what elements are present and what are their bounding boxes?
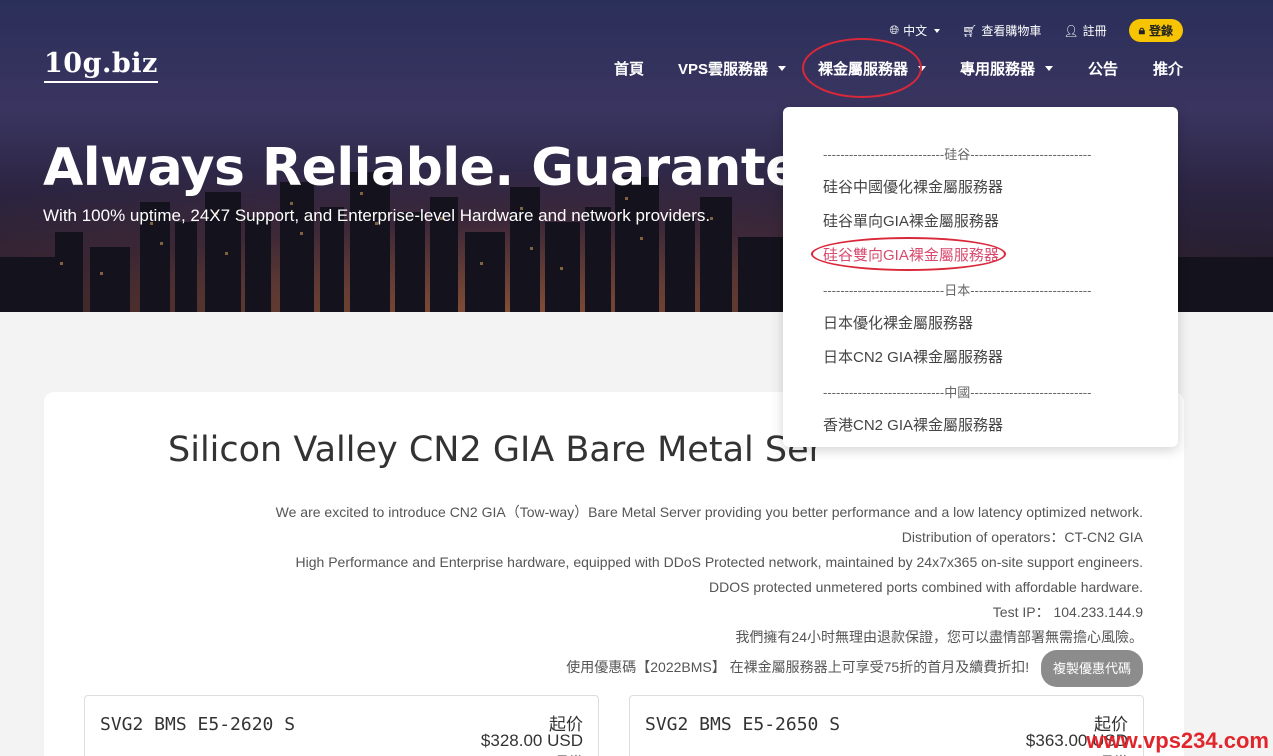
page-title: Silicon Valley CN2 GIA Bare Metal Ser (168, 430, 824, 470)
plan-name: SVG2 BMS E5-2650 S (645, 714, 841, 735)
cart-label: 查看購物車 (981, 24, 1042, 38)
dropdown-item-sv-two-way-gia[interactable]: 硅谷雙向GIA裸金屬服務器 (823, 244, 999, 265)
chevron-down-icon (778, 66, 787, 71)
plan-price: $328.00 USD (480, 731, 583, 750)
nav-item-label: 專用服務器 (960, 61, 1036, 78)
nav-item-label: VPS雲服務器 (678, 61, 769, 78)
globe-icon: 🌐︎ (889, 23, 900, 37)
logo-underline (44, 81, 158, 83)
dropdown-item-jp-cn2-gia[interactable]: 日本CN2 GIA裸金屬服務器 (823, 346, 1003, 367)
site-logo[interactable]: 10g.biz (44, 48, 158, 83)
dropdown-separator-japan: ----------------------------日本----------… (823, 283, 1092, 298)
nav-item-label: 推介 (1153, 61, 1184, 78)
register-link[interactable]: 👤︎ 註冊 (1063, 22, 1106, 39)
watermark-text: www.vps234.com (1086, 728, 1269, 753)
dropdown-item-sv-one-way-gia[interactable]: 硅谷單向GIA裸金屬服務器 (823, 210, 999, 231)
nav-item-home[interactable]: 首頁 (614, 58, 644, 79)
lock-icon: 🔒︎ (1138, 23, 1145, 37)
product-description: We are excited to introduce CN2 GIA（Tow-… (276, 500, 1143, 687)
coupon-text: 使用優惠碼【2022BMS】 在裸金屬服務器上可享受75折的首月及續費折扣! (566, 659, 1030, 676)
nav-item-referral[interactable]: 推介 (1153, 58, 1183, 79)
nav-item-label: 公告 (1088, 61, 1119, 78)
description-line: High Performance and Enterprise hardware… (295, 554, 1143, 570)
language-selector[interactable]: 🌐︎ 中文 (889, 22, 941, 39)
dropdown-item-jp-optimized[interactable]: 日本優化裸金屬服務器 (823, 312, 973, 333)
bare-metal-dropdown-menu: ----------------------------硅谷----------… (783, 107, 1178, 447)
chevron-down-icon (934, 28, 941, 33)
view-cart-link[interactable]: 🛒︎ 查看購物車 (962, 22, 1041, 39)
nav-item-label: 首頁 (614, 61, 645, 78)
plan-card[interactable]: SVG2 BMS E5-2650 S 起价 $363.00 USD 月繳 (629, 695, 1144, 756)
billing-cycle: 月繳 (555, 752, 583, 756)
description-line: We are excited to introduce CN2 GIA（Tow-… (275, 504, 1143, 520)
cart-icon: 🛒︎ (962, 23, 978, 38)
nav-item-bare-metal[interactable]: 裸金屬服務器 (818, 58, 927, 79)
user-plus-icon: 👤︎ (1063, 23, 1079, 38)
copy-coupon-button[interactable]: 複製優惠代碼 (1040, 650, 1143, 687)
description-line: Distribution of operators：CT-CN2 GIA (901, 529, 1143, 545)
top-utility-bar: 🌐︎ 中文 🛒︎ 查看購物車 👤︎ 註冊 🔒︎ 登錄 (889, 19, 1183, 42)
description-line: 我們擁有24小时無理由退款保證，您可以盡情部署無需擔心風險。 (735, 629, 1143, 645)
nav-item-label: 裸金屬服務器 (818, 61, 909, 78)
description-line: DDOS protected unmetered ports combined … (709, 579, 1143, 595)
plan-card[interactable]: SVG2 BMS E5-2620 S 起价 $328.00 USD 月繳 (84, 695, 599, 756)
dropdown-item-sv-china-optimized[interactable]: 硅谷中國優化裸金屬服務器 (823, 176, 1003, 197)
dropdown-separator-china: ----------------------------中國----------… (823, 385, 1092, 400)
nav-item-announcements[interactable]: 公告 (1088, 58, 1118, 79)
language-label: 中文 (903, 24, 928, 38)
register-label: 註冊 (1082, 24, 1107, 38)
chevron-down-icon (1045, 66, 1054, 71)
plan-name: SVG2 BMS E5-2620 S (100, 714, 296, 735)
dropdown-separator-silicon-valley: ----------------------------硅谷----------… (823, 147, 1092, 162)
chevron-down-icon (918, 66, 927, 71)
nav-item-vps[interactable]: VPS雲服務器 (678, 58, 787, 79)
description-line: Test IP： 104.233.144.9 (992, 604, 1143, 620)
nav-item-dedicated[interactable]: 專用服務器 (960, 58, 1054, 79)
dropdown-item-hk-cn2-gia[interactable]: 香港CN2 GIA裸金屬服務器 (823, 414, 1003, 435)
hero-title: Always Reliable. Guaranteed (43, 138, 872, 198)
login-label: 登錄 (1148, 24, 1173, 38)
logo-text: 10g.biz (44, 48, 158, 79)
coupon-line: 使用優惠碼【2022BMS】 在裸金屬服務器上可享受75折的首月及續費折扣! 複… (276, 650, 1143, 687)
hero-subtitle: With 100% uptime, 24X7 Support, and Ente… (43, 206, 711, 225)
login-button[interactable]: 🔒︎ 登錄 (1128, 19, 1183, 42)
